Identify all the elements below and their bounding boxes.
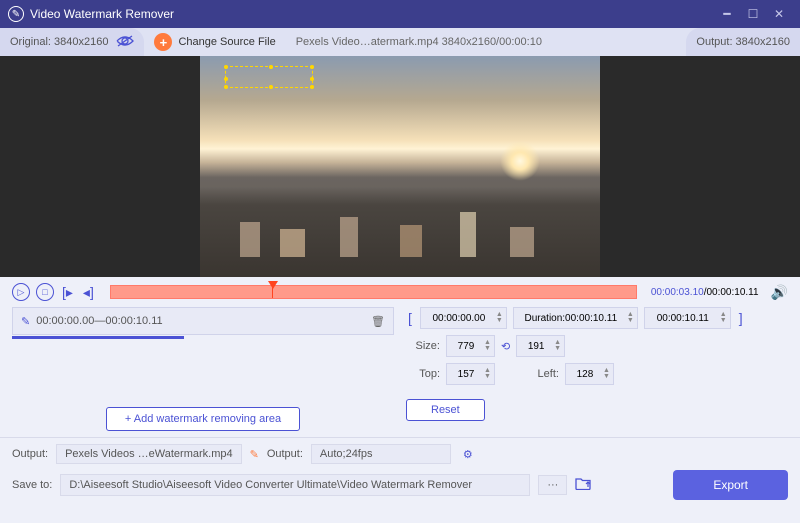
range-start-bracket[interactable]: [ xyxy=(406,310,414,326)
top-input[interactable]: ▲▼ xyxy=(446,363,495,385)
output-filename: Pexels Videos …eWatermark.mp4 xyxy=(56,444,242,464)
file-info: Pexels Video…atermark.mp4 3840x2160/00:0… xyxy=(296,36,542,48)
browse-path-button[interactable]: ··· xyxy=(538,475,567,495)
time-display: 00:00:03.10/00:00:10.11 xyxy=(651,287,759,298)
set-start-button[interactable]: [▸ xyxy=(60,284,75,301)
area-segment[interactable]: ✎ 00:00:00.00 — 00:00:10.11 🗑 xyxy=(12,307,394,335)
output-format: Auto;24fps xyxy=(311,444,451,464)
output-size-label: Output: 3840x2160 xyxy=(686,28,800,56)
range-end-bracket[interactable]: ] xyxy=(737,310,745,326)
segment-progress xyxy=(12,336,184,339)
params-panel: [ ▲▼ ▲▼ ▲▼ ] Size: ▲▼ ⟲ ▲▼ Top: ▲▼ Left:… xyxy=(406,307,788,437)
original-size-label: Original: 3840x2160 xyxy=(0,28,144,56)
close-button[interactable]: ✕ xyxy=(766,4,792,24)
delete-area-icon[interactable]: 🗑 xyxy=(371,315,385,328)
preview-toggle-icon[interactable] xyxy=(116,35,134,50)
save-path: D:\Aiseesoft Studio\Aiseesoft Video Conv… xyxy=(60,474,530,496)
top-label: Top: xyxy=(406,368,440,380)
add-source-icon[interactable]: + xyxy=(154,33,172,51)
link-dimensions-icon[interactable]: ⟲ xyxy=(501,340,510,353)
timeline-scrubber[interactable] xyxy=(110,285,637,299)
edit-filename-icon[interactable]: ✎ xyxy=(250,448,259,461)
output-file-label: Output: xyxy=(12,448,48,460)
open-folder-icon[interactable] xyxy=(575,477,591,493)
app-title: Video Watermark Remover xyxy=(30,7,174,21)
video-preview[interactable] xyxy=(0,56,800,277)
reset-button[interactable]: Reset xyxy=(406,399,485,421)
add-area-button[interactable]: + Add watermark removing area xyxy=(106,407,300,431)
play-button[interactable]: ▷ xyxy=(12,283,30,301)
left-label: Left: xyxy=(525,368,559,380)
save-to-label: Save to: xyxy=(12,479,52,491)
app-logo-icon: ✎ xyxy=(8,6,24,22)
toolbar: Original: 3840x2160 + Change Source File… xyxy=(0,28,800,56)
output-format-label: Output: xyxy=(267,448,303,460)
maximize-button[interactable]: ☐ xyxy=(740,4,766,24)
width-input[interactable]: ▲▼ xyxy=(446,335,495,357)
areas-panel: ✎ 00:00:00.00 — 00:00:10.11 🗑 + Add wate… xyxy=(12,307,394,437)
stop-button[interactable]: □ xyxy=(36,283,54,301)
watermark-selection[interactable] xyxy=(225,66,313,88)
output-settings-icon[interactable]: ⚙ xyxy=(463,448,473,461)
minimize-button[interactable]: ━ xyxy=(714,4,740,24)
bottom-bar: Output: Pexels Videos …eWatermark.mp4 ✎ … xyxy=(0,437,800,506)
export-button[interactable]: Export xyxy=(673,470,788,500)
range-start-input[interactable]: ▲▼ xyxy=(420,307,507,329)
duration-input[interactable]: ▲▼ xyxy=(513,307,638,329)
titlebar: ✎ Video Watermark Remover ━ ☐ ✕ xyxy=(0,0,800,28)
change-source-button[interactable]: Change Source File xyxy=(178,36,275,48)
range-end-input[interactable]: ▲▼ xyxy=(644,307,731,329)
left-input[interactable]: ▲▼ xyxy=(565,363,614,385)
height-input[interactable]: ▲▼ xyxy=(516,335,565,357)
playback-controls: ▷ □ [▸ ◂] 00:00:03.10/00:00:10.11 🔊 xyxy=(0,277,800,307)
size-label: Size: xyxy=(406,340,440,352)
set-end-button[interactable]: ◂] xyxy=(81,284,96,301)
wand-icon: ✎ xyxy=(21,315,30,328)
volume-icon[interactable]: 🔊 xyxy=(771,284,788,301)
